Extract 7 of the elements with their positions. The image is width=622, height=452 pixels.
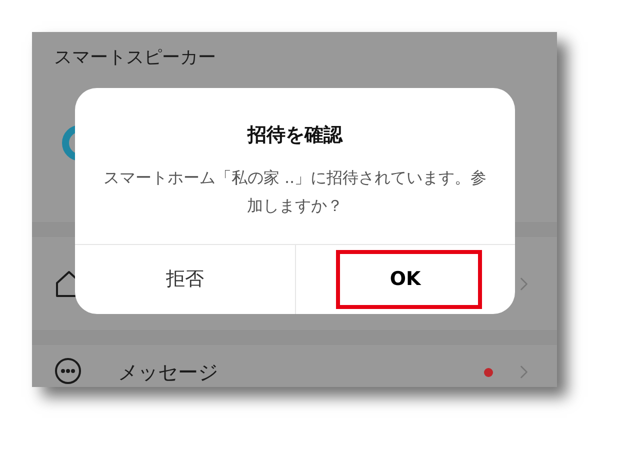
- chat-icon: [54, 357, 82, 385]
- dialog-button[interactable]: OK: [296, 244, 515, 314]
- dialog-button[interactable]: 拒否: [75, 244, 294, 314]
- dialog-title: 招待を確認: [248, 123, 342, 148]
- row-label: メッセージ: [118, 359, 218, 386]
- dialog-message: スマートホーム「私の家 ..」に招待されています。参加しますか？: [103, 166, 487, 216]
- screen-title: スマートスピーカー: [54, 47, 216, 68]
